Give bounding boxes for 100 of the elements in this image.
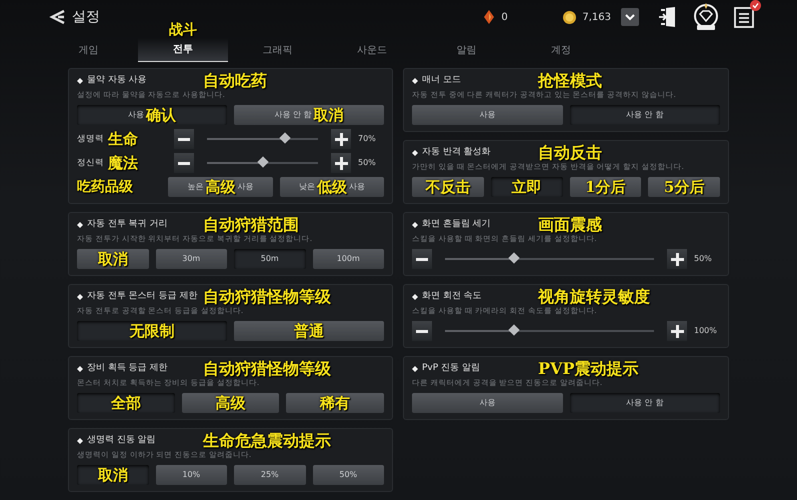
- annotation: 1分后: [585, 178, 626, 196]
- bullet-icon: [77, 294, 83, 300]
- dropdown-button[interactable]: [621, 8, 639, 26]
- button-label: 높은: [187, 181, 204, 193]
- option-button[interactable]: 30m: [156, 249, 227, 269]
- notification-badge-icon: [750, 0, 761, 11]
- button-label: 100m: [336, 253, 360, 265]
- bullet-icon: [77, 366, 83, 372]
- option-button[interactable]: 1分后: [570, 177, 642, 197]
- annotation: 视角旋转灵敏度: [538, 288, 650, 306]
- plus-button[interactable]: [667, 249, 687, 269]
- plus-button[interactable]: [331, 153, 351, 173]
- plus-icon: [334, 156, 348, 170]
- option-button[interactable]: 50%: [312, 465, 384, 485]
- annotation: 自动吃药: [203, 72, 267, 90]
- card-title: 매너 모드: [422, 74, 462, 88]
- option-button[interactable]: 普通: [234, 321, 384, 341]
- option-button[interactable]: 无限制: [77, 321, 227, 341]
- minus-icon: [416, 258, 428, 260]
- annotation: 确认: [146, 106, 176, 124]
- slider-value: 100%: [694, 325, 718, 337]
- annotation: 普通: [294, 322, 324, 340]
- annotation: 全部: [110, 394, 141, 412]
- annotation: 生命: [108, 130, 138, 148]
- option-button[interactable]: 사용: [412, 393, 562, 413]
- minus-button[interactable]: [174, 129, 194, 149]
- slider-thumb[interactable]: [508, 324, 520, 336]
- annotation: 抢怪模式: [538, 72, 602, 90]
- menu-icon[interactable]: [733, 5, 757, 29]
- annotation: 吃药品级: [77, 178, 134, 196]
- option-button[interactable]: 取消: [77, 465, 148, 485]
- card-title: 자동 반격 활성화: [422, 146, 492, 160]
- annotation: 自动反击: [538, 144, 602, 162]
- option-button[interactable]: 25%: [234, 465, 306, 485]
- plus-button[interactable]: [331, 129, 351, 149]
- slider-value: 50%: [358, 157, 377, 169]
- option-button[interactable]: 사용 안 함: [570, 393, 720, 413]
- button-label: 사용: [348, 181, 365, 193]
- minus-button[interactable]: [412, 249, 432, 269]
- plus-icon: [670, 252, 684, 266]
- bullet-icon: [412, 150, 418, 156]
- annotation: 立即: [512, 178, 542, 196]
- option-button[interactable]: 取消: [77, 249, 148, 269]
- option-button[interactable]: 10%: [156, 465, 227, 485]
- annotation: 无限制: [130, 322, 174, 340]
- annotation: 高级: [205, 178, 236, 196]
- coin-icon: [563, 10, 576, 24]
- annotation: 取消: [98, 250, 128, 268]
- option-button[interactable]: 稀有: [286, 393, 384, 413]
- back-icon[interactable]: [48, 9, 66, 25]
- bullet-icon: [77, 438, 83, 444]
- option-button[interactable]: 全部: [77, 393, 175, 413]
- slider-label: 정신력: [77, 156, 104, 170]
- bullet-icon: [412, 366, 418, 372]
- minus-icon: [178, 138, 190, 140]
- exit-door-icon[interactable]: [657, 6, 677, 28]
- slider-label: 생명력: [77, 132, 104, 146]
- option-button[interactable]: 高级: [182, 393, 280, 413]
- card-title: PvP 진동 알림: [422, 362, 481, 376]
- button-label: 사용: [128, 109, 144, 121]
- slider-thumb[interactable]: [256, 156, 268, 168]
- slider-thumb[interactable]: [279, 132, 290, 144]
- tab[interactable]: 게임: [43, 38, 134, 62]
- tab[interactable]: 그래픽: [232, 38, 322, 62]
- slider-thumb[interactable]: [508, 252, 520, 264]
- annotation: 取消: [314, 106, 344, 124]
- plus-button[interactable]: [667, 321, 687, 341]
- card-title: 자동 전투 복귀 거리: [87, 218, 169, 232]
- option-button[interactable]: 사용: [412, 105, 562, 125]
- tab[interactable]: 알림: [421, 38, 512, 62]
- annotation: 高级: [216, 394, 246, 412]
- slider-value: 50%: [694, 253, 713, 265]
- button-label: 10%: [182, 469, 200, 481]
- annotation: 自动狩猎怪物等级: [203, 360, 331, 378]
- minus-button[interactable]: [174, 153, 194, 173]
- card-title: 자동 전투 몬스터 등급 제한: [87, 290, 198, 304]
- minus-icon: [178, 162, 190, 164]
- annotation: 画面震感: [538, 216, 602, 234]
- option-button[interactable]: 5分后: [648, 177, 720, 197]
- shop-diamond-icon[interactable]: [691, 2, 721, 32]
- minus-button[interactable]: [412, 321, 432, 341]
- button-label: 사용 안 함: [274, 109, 312, 121]
- annotation: 生命危急震动提示: [203, 432, 331, 450]
- card-title: 물약 자동 사용: [87, 74, 148, 88]
- tab[interactable]: 전투: [138, 38, 228, 62]
- card-title: 장비 획득 등급 제한: [87, 362, 169, 376]
- button-label: 50%: [339, 469, 358, 481]
- tab[interactable]: 사운드: [326, 38, 417, 62]
- option-button[interactable]: 立即: [490, 177, 562, 197]
- chevron-down-icon: [625, 14, 635, 20]
- option-button[interactable]: 100m: [312, 249, 384, 269]
- button-label: 사용: [479, 397, 496, 409]
- option-button[interactable]: 50m: [234, 249, 306, 269]
- bullet-icon: [77, 222, 83, 228]
- annotation: 取消: [98, 466, 128, 484]
- annotation: 战斗: [168, 21, 197, 40]
- option-button[interactable]: 사용 안 함: [570, 105, 720, 125]
- page-title: 설정: [72, 8, 100, 26]
- tab[interactable]: 계정: [516, 38, 606, 62]
- option-button[interactable]: 不反击: [412, 177, 484, 197]
